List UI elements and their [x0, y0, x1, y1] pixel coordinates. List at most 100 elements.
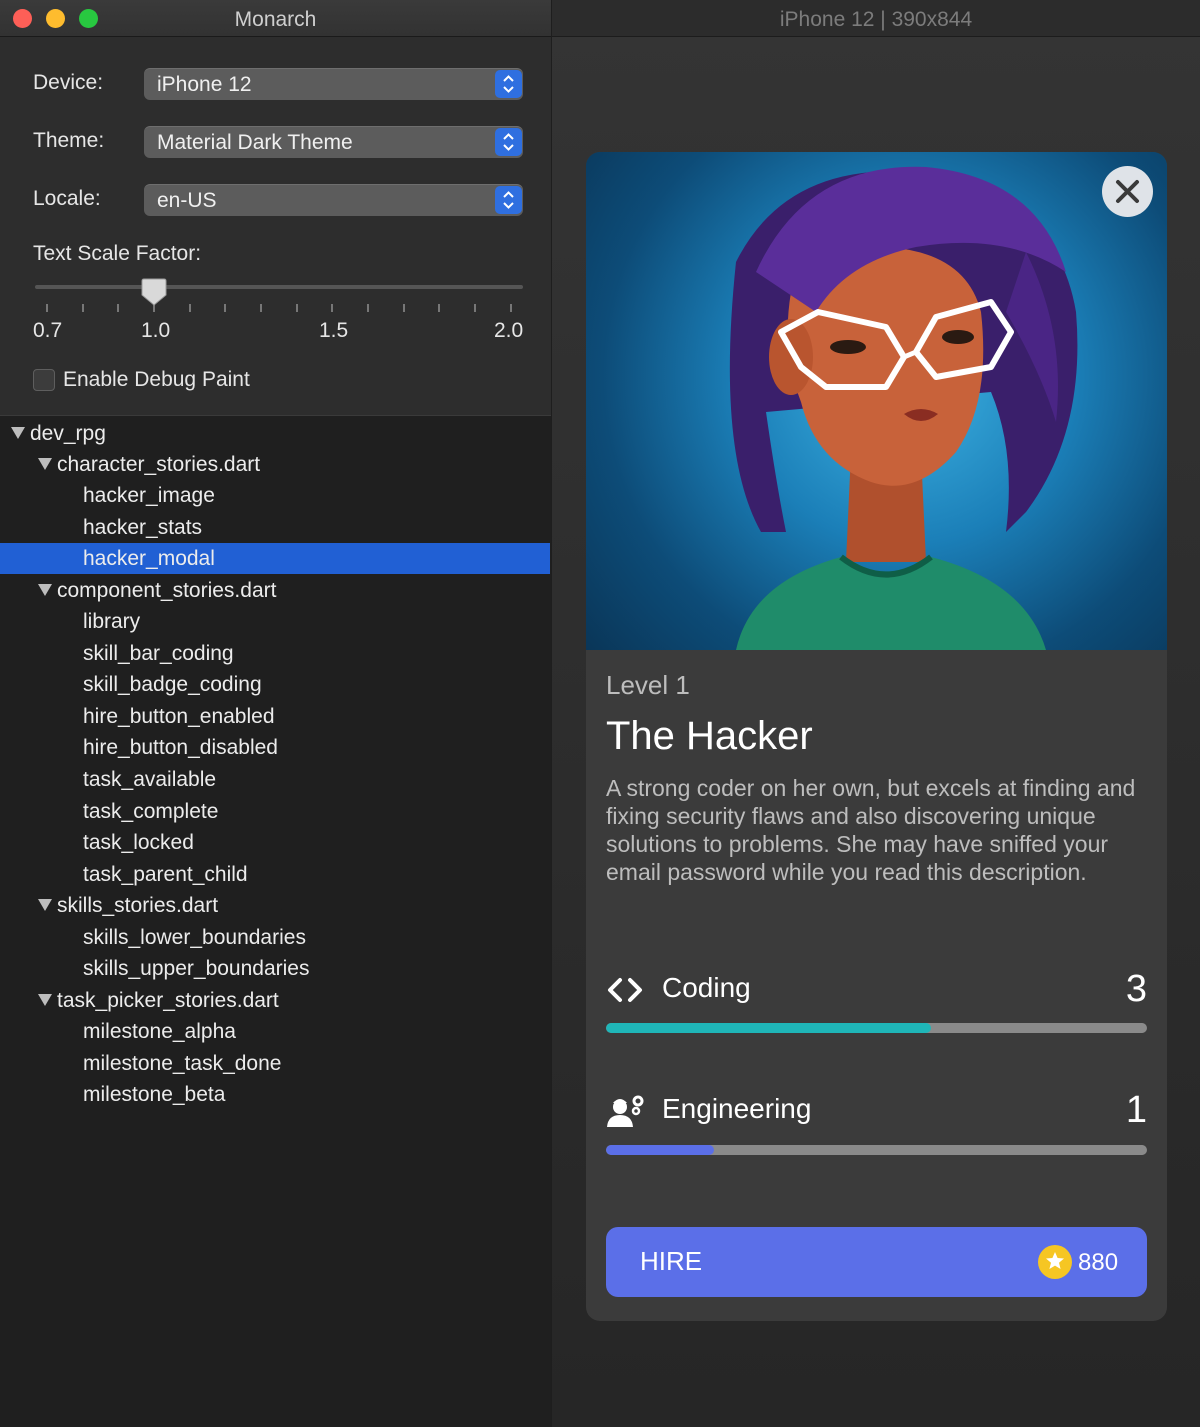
tree-story[interactable]: hire_button_enabled: [0, 701, 550, 732]
tree-label: task_parent_child: [83, 863, 248, 886]
controls-panel: Device: iPhone 12 Theme: Material Dark T…: [0, 37, 551, 415]
disclosure-triangle-icon: [38, 584, 52, 596]
tree-story[interactable]: milestone_beta: [0, 1079, 550, 1110]
close-button[interactable]: [1102, 166, 1153, 217]
slider-tick: [189, 304, 191, 312]
tree-story[interactable]: skills_lower_boundaries: [0, 922, 550, 953]
skill-name: Coding: [662, 972, 751, 1003]
slider-thumb[interactable]: [141, 277, 167, 312]
tree-file[interactable]: component_stories.dart: [0, 575, 550, 606]
device-select[interactable]: iPhone 12: [144, 68, 523, 100]
title-bar: Monarch: [0, 0, 551, 37]
slider-tick: [260, 304, 262, 312]
slider-tick: [296, 304, 298, 312]
debug-paint-checkbox[interactable]: [33, 369, 55, 391]
locale-select[interactable]: en-US: [144, 184, 523, 216]
tree-label: dev_rpg: [30, 422, 106, 445]
tree-label: task_complete: [83, 800, 219, 823]
tree-file[interactable]: task_picker_stories.dart: [0, 985, 550, 1016]
theme-label: Theme:: [33, 129, 105, 152]
tree-story[interactable]: library: [0, 606, 550, 637]
disclosure-triangle-icon: [38, 899, 52, 911]
tree-root[interactable]: dev_rpg: [0, 418, 550, 449]
tree-label: component_stories.dart: [57, 579, 277, 602]
skill-progress-fill: [606, 1023, 931, 1033]
tick-label: 1.5: [319, 319, 349, 342]
skill-progress-bar: [606, 1023, 1147, 1033]
tree-label: hacker_stats: [83, 516, 203, 539]
tree-story[interactable]: task_parent_child: [0, 859, 550, 890]
slider-tick: [224, 304, 226, 312]
character-name: The Hacker: [606, 714, 813, 758]
theme-select[interactable]: Material Dark Theme: [144, 126, 523, 158]
level-label: Level 1: [606, 670, 690, 700]
tree-label: task_available: [83, 768, 217, 791]
character-illustration: [586, 152, 1167, 650]
tree-label: skill_badge_coding: [83, 673, 262, 696]
tree-story[interactable]: hacker_stats: [0, 512, 550, 543]
hire-button[interactable]: HIRE 880: [606, 1227, 1147, 1297]
locale-label: Locale:: [33, 187, 101, 210]
slider-tick: [403, 304, 405, 312]
tree-label: skills_stories.dart: [57, 894, 219, 917]
skill-level: 1: [1125, 1089, 1147, 1131]
slider-tick: [331, 304, 333, 312]
coin-star-icon: [1038, 1245, 1072, 1279]
slider-tick: [438, 304, 440, 312]
tree-label: milestone_task_done: [83, 1052, 282, 1075]
device-label: Device:: [33, 71, 104, 94]
tree-label: hacker_image: [83, 484, 215, 507]
hacker-modal-card: Level 1 The Hacker A strong coder on her…: [586, 152, 1167, 1321]
monarch-window: Monarch Device: iPhone 12 Theme: Materia…: [0, 0, 551, 1427]
skill-level: 3: [1125, 968, 1147, 1010]
skill-progress-fill: [606, 1145, 715, 1155]
tree-story[interactable]: milestone_alpha: [0, 1016, 550, 1047]
preview-title-bar: iPhone 12 | 390x844: [552, 0, 1200, 37]
tree-label: character_stories.dart: [57, 453, 261, 476]
tick-label: 0.7: [33, 319, 63, 342]
tree-story[interactable]: task_available: [0, 764, 550, 795]
tree-story[interactable]: hire_button_disabled: [0, 732, 550, 763]
disclosure-triangle-icon: [38, 458, 52, 470]
tree-label: library: [83, 610, 141, 633]
tree-label: hire_button_enabled: [83, 705, 275, 728]
close-icon: [1116, 180, 1139, 203]
tree-story[interactable]: hacker_image: [0, 480, 550, 511]
tree-label: hacker_modal: [83, 547, 215, 570]
tree-story[interactable]: task_complete: [0, 796, 550, 827]
device-preview-window: iPhone 12 | 390x844 Level 1 The Hacker A…: [552, 0, 1200, 1427]
skill-progress-bar: [606, 1145, 1147, 1155]
tree-story-selected[interactable]: hacker_modal: [0, 543, 550, 574]
debug-paint-label: Enable Debug Paint: [63, 368, 250, 391]
tree-story[interactable]: task_locked: [0, 827, 550, 858]
text-scale-slider[interactable]: [35, 285, 523, 289]
code-icon: [606, 975, 644, 1010]
tree-label: milestone_alpha: [83, 1020, 236, 1043]
tree-story[interactable]: skill_badge_coding: [0, 669, 550, 700]
hire-price: 880: [1078, 1249, 1119, 1276]
slider-tick: [474, 304, 476, 312]
device-value: iPhone 12: [157, 73, 252, 96]
tree-story[interactable]: skills_upper_boundaries: [0, 953, 550, 984]
slider-tick: [82, 304, 84, 312]
theme-value: Material Dark Theme: [157, 131, 353, 154]
locale-value: en-US: [157, 189, 217, 212]
tree-file[interactable]: skills_stories.dart: [0, 890, 550, 921]
updown-chevron-icon: [495, 186, 522, 214]
tree-label: hire_button_disabled: [83, 736, 278, 759]
disclosure-triangle-icon: [38, 994, 52, 1006]
slider-tick: [117, 304, 119, 312]
story-tree: dev_rpg character_stories.dart hacker_im…: [0, 415, 551, 1427]
hire-label: HIRE: [640, 1246, 703, 1276]
slider-tick: [46, 304, 48, 312]
tree-story[interactable]: skill_bar_coding: [0, 638, 550, 669]
tree-label: skills_lower_boundaries: [83, 926, 306, 949]
slider-tick: [367, 304, 369, 312]
tree-story[interactable]: milestone_task_done: [0, 1048, 550, 1079]
tree-file[interactable]: character_stories.dart: [0, 449, 550, 480]
preview-title: iPhone 12 | 390x844: [779, 8, 973, 31]
tree-label: task_picker_stories.dart: [57, 989, 279, 1012]
updown-chevron-icon: [495, 128, 522, 156]
tick-label: 1.0: [141, 319, 171, 342]
window-title: Monarch: [234, 8, 317, 31]
